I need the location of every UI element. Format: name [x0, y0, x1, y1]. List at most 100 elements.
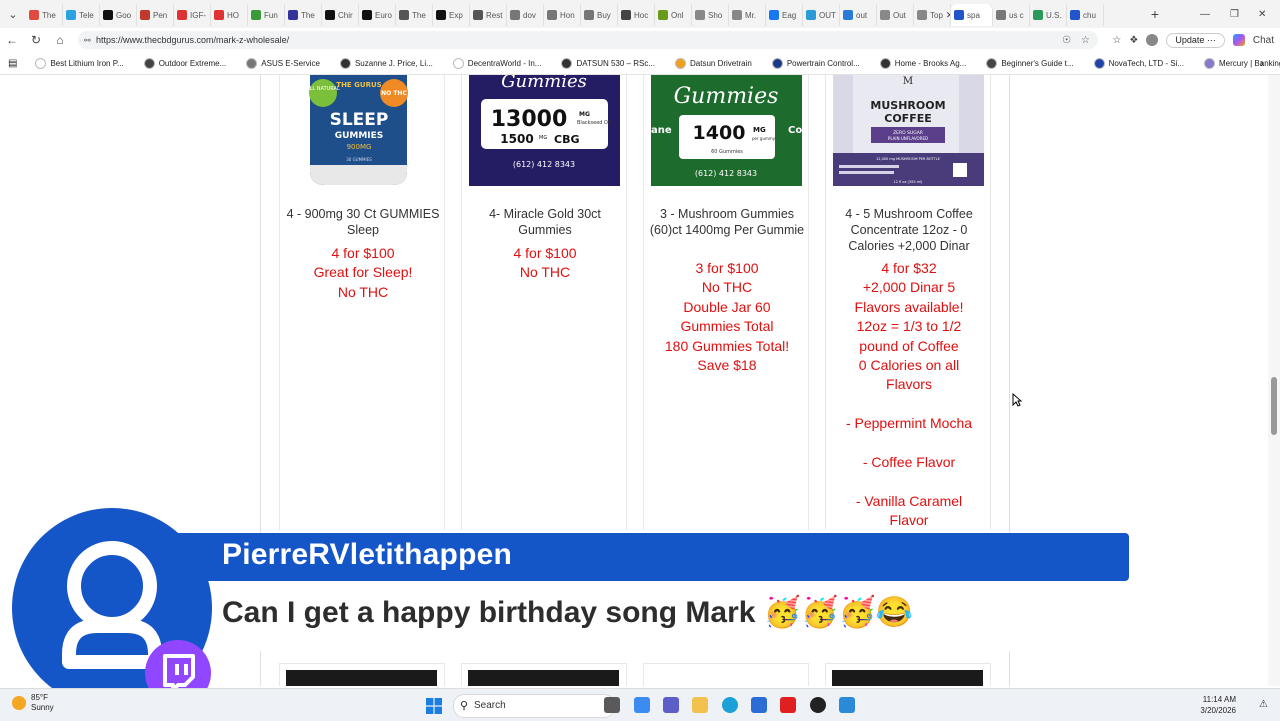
- browser-tab[interactable]: The: [26, 4, 63, 26]
- browser-tab[interactable]: HO: [211, 4, 248, 26]
- site-info-icon[interactable]: ⚯: [84, 36, 91, 45]
- system-clock[interactable]: 11:14 AM 3/20/2026: [1200, 694, 1236, 716]
- address-url[interactable]: https://www.thecbdgurus.com/mark-z-whole…: [96, 35, 289, 45]
- favorite-link[interactable]: DecentraWorld - In...: [443, 57, 552, 69]
- close-window-button[interactable]: ✕: [1258, 0, 1266, 28]
- browser-tab[interactable]: Eag: [766, 4, 803, 26]
- browser-tab[interactable]: The: [285, 4, 322, 26]
- browser-tab[interactable]: Onl: [655, 4, 692, 26]
- browser-tab[interactable]: Buy: [581, 4, 618, 26]
- browser-tab[interactable]: IGF-: [174, 4, 211, 26]
- tab-favicon-icon: [917, 10, 927, 20]
- product-image-sleep-gummies[interactable]: ALL NATURAL NO THC THE GURUS SLEEP GUMMI…: [287, 75, 438, 186]
- file-explorer-icon[interactable]: [692, 697, 708, 713]
- favorite-link[interactable]: Outdoor Extreme...: [134, 57, 237, 69]
- browser-tab[interactable]: Pen: [137, 4, 174, 26]
- favorite-link[interactable]: DATSUN 530 – RSc...: [551, 57, 665, 69]
- store-icon[interactable]: [751, 697, 767, 713]
- favorites-list: Best Lithium Iron P... Outdoor Extreme...…: [25, 57, 1280, 69]
- product-card[interactable]: Gummies ane Co 1400 MG per gummy 60 Gumm…: [643, 75, 809, 530]
- browser-tab[interactable]: Top✕: [914, 4, 951, 26]
- browser-tab[interactable]: Tele: [63, 4, 100, 26]
- tab-actions-menu-icon[interactable]: ⌄: [0, 0, 26, 28]
- product-card[interactable]: M MUSHROOM COFFEE ZERO SUGAR PLAIN UNFLA…: [825, 75, 991, 530]
- browser-tab[interactable]: U.S.: [1030, 4, 1067, 26]
- browser-tab[interactable]: us c: [993, 4, 1030, 26]
- favorite-link[interactable]: Best Lithium Iron P...: [25, 57, 133, 69]
- update-button[interactable]: Update ⋯: [1166, 32, 1225, 48]
- favorites-menu-icon[interactable]: ▤: [0, 58, 25, 69]
- browser-tab[interactable]: Mr.: [729, 4, 766, 26]
- reader-icon[interactable]: ☉: [1062, 35, 1071, 46]
- minimize-button[interactable]: —: [1200, 0, 1210, 28]
- media-player-icon[interactable]: [810, 697, 826, 713]
- browser-tab[interactable]: Goo: [100, 4, 137, 26]
- browser-tab[interactable]: dov: [507, 4, 544, 26]
- browser-tab[interactable]: Chir: [322, 4, 359, 26]
- browser-tab[interactable]: out: [840, 4, 877, 26]
- address-bar[interactable]: ⚯ https://www.thecbdgurus.com/mark-z-who…: [78, 31, 1098, 49]
- copilot-icon[interactable]: [1232, 34, 1245, 46]
- browser-tab[interactable]: OUT: [803, 4, 840, 26]
- browser-tab[interactable]: Fun: [248, 4, 285, 26]
- taskbar-search-box[interactable]: ⚲ Search: [453, 694, 615, 718]
- favorite-link[interactable]: Home - Brooks Ag...: [870, 57, 977, 69]
- back-button[interactable]: ←: [0, 33, 24, 47]
- profile-avatar[interactable]: [1146, 34, 1159, 46]
- product-title[interactable]: 4 - 5 Mushroom Coffee Concentrate 12oz -…: [830, 206, 988, 254]
- product-card-next[interactable]: [279, 663, 445, 686]
- browser-tab[interactable]: Rest: [470, 4, 507, 26]
- task-view-icon[interactable]: [604, 697, 620, 713]
- product-card[interactable]: ALL NATURAL NO THC THE GURUS SLEEP GUMMI…: [279, 75, 445, 530]
- product-title[interactable]: 4- Miracle Gold 30ct Gummies: [466, 206, 624, 238]
- browser-tab[interactable]: chu: [1067, 4, 1104, 26]
- product-image-next[interactable]: [468, 670, 619, 686]
- browser-tab[interactable]: The: [396, 4, 433, 26]
- product-card[interactable]: Gummies 13000 MG Blackseed Oil 1500 MG C…: [461, 75, 627, 530]
- product-image-miracle-gold[interactable]: Gummies 13000 MG Blackseed Oil 1500 MG C…: [469, 75, 620, 186]
- browser-tab[interactable]: Hoc: [618, 4, 655, 26]
- product-title[interactable]: 3 - Mushroom Gummies (60)ct 1400mg Per G…: [648, 206, 806, 238]
- favorite-link[interactable]: Powertrain Control...: [762, 57, 870, 69]
- favorite-link[interactable]: ASUS E-Service: [236, 57, 330, 69]
- product-image-next[interactable]: [286, 670, 437, 686]
- scrollbar-thumb[interactable]: [1271, 377, 1277, 435]
- favorite-link[interactable]: Beginner's Guide t...: [976, 57, 1083, 69]
- favorite-star-icon[interactable]: ☆: [1081, 35, 1090, 46]
- product-image-mushroom-gummies[interactable]: Gummies ane Co 1400 MG per gummy 60 Gumm…: [651, 75, 802, 186]
- browser-tab[interactable]: Exp: [433, 4, 470, 26]
- favorite-link[interactable]: Mercury | Banking...: [1194, 57, 1280, 69]
- notifications-icon[interactable]: ⚠: [1259, 699, 1268, 710]
- product-card-next[interactable]: [461, 663, 627, 686]
- browser-tab[interactable]: Sho: [692, 4, 729, 26]
- svg-text:Gummies: Gummies: [501, 75, 587, 92]
- app-icon[interactable]: [839, 697, 855, 713]
- favorite-link[interactable]: Suzanne J. Price, Li...: [330, 57, 443, 69]
- product-card-next[interactable]: [643, 663, 809, 686]
- refresh-button[interactable]: ↻: [24, 33, 48, 47]
- favorites-overflow-icon[interactable]: ›: [1260, 56, 1264, 70]
- product-card-next[interactable]: [825, 663, 991, 686]
- new-tab-button[interactable]: +: [1146, 6, 1164, 22]
- page-scrollbar[interactable]: [1268, 75, 1280, 686]
- chat-label[interactable]: Chat: [1253, 35, 1274, 46]
- browser-tab[interactable]: Euro: [359, 4, 396, 26]
- home-button[interactable]: ⌂: [48, 33, 72, 47]
- youtube-icon[interactable]: [780, 697, 796, 713]
- favorites-icon[interactable]: ☆: [1112, 35, 1121, 46]
- browser-tab[interactable]: spa: [951, 4, 993, 26]
- favorite-link[interactable]: NovaTech, LTD - Si...: [1084, 57, 1194, 69]
- windows-start-icon[interactable]: [426, 698, 442, 714]
- teams-icon[interactable]: [663, 697, 679, 713]
- extensions-icon[interactable]: ❖: [1129, 35, 1138, 46]
- edge-browser-icon[interactable]: [722, 697, 738, 713]
- copilot-icon[interactable]: [634, 697, 650, 713]
- browser-tab[interactable]: Out: [877, 4, 914, 26]
- weather-widget[interactable]: 85°F Sunny: [12, 693, 54, 713]
- product-image-mushroom-coffee[interactable]: M MUSHROOM COFFEE ZERO SUGAR PLAIN UNFLA…: [833, 75, 984, 186]
- browser-tab[interactable]: Hon: [544, 4, 581, 26]
- favorite-link[interactable]: Datsun Drivetrain: [665, 57, 762, 69]
- product-image-next[interactable]: [832, 670, 983, 686]
- restore-button[interactable]: ❐: [1230, 0, 1239, 28]
- product-title[interactable]: 4 - 900mg 30 Ct GUMMIES Sleep: [284, 206, 442, 238]
